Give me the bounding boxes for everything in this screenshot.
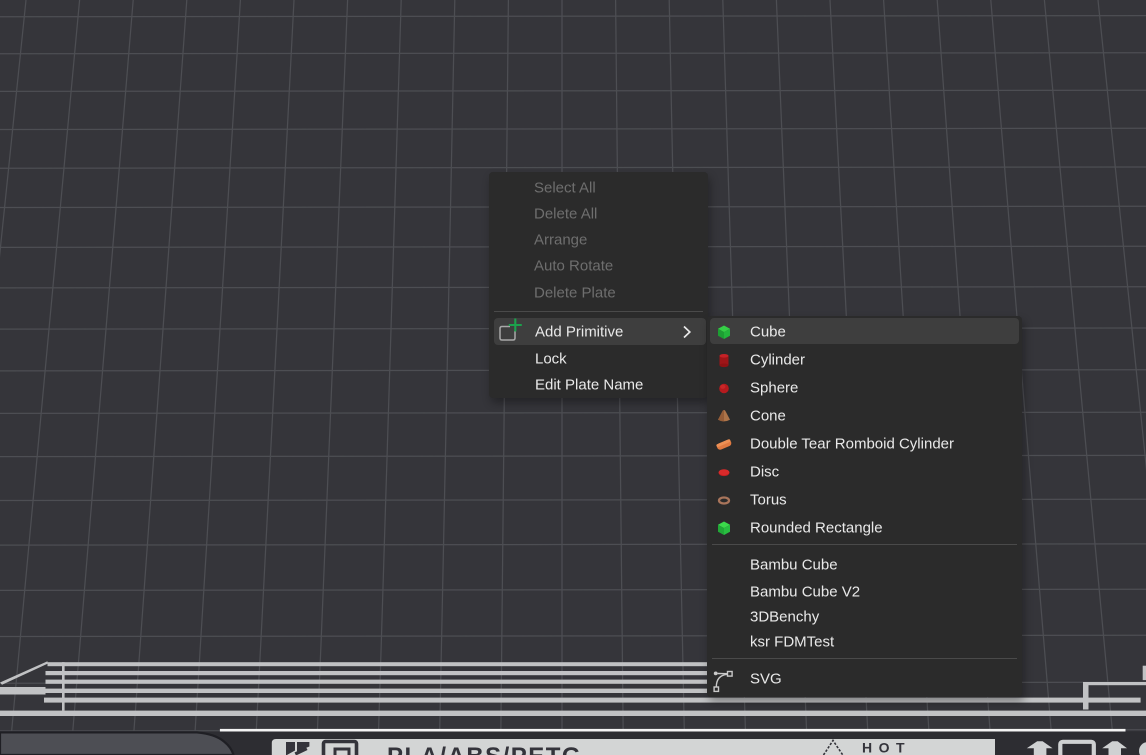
svg-text:PLA/ABS/PETG: PLA/ABS/PETG <box>387 743 582 755</box>
svg-text:HOT: HOT <box>862 739 911 755</box>
